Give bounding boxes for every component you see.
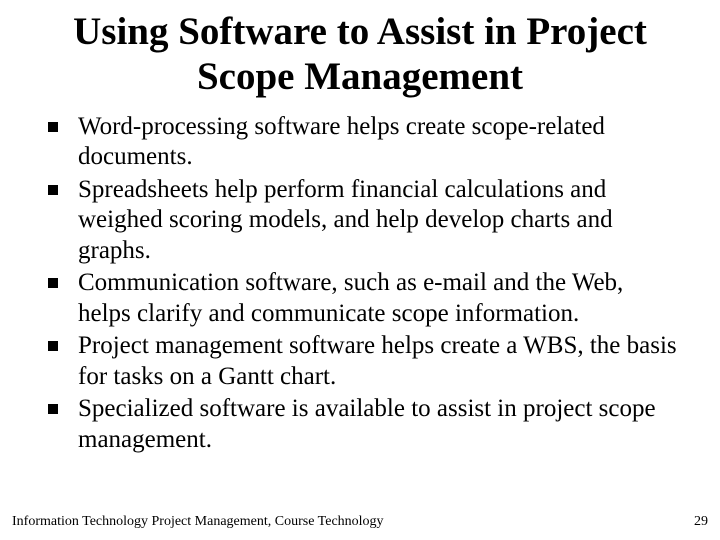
square-bullet-icon <box>48 122 58 132</box>
slide-title: Using Software to Assist in Project Scop… <box>0 10 720 100</box>
square-bullet-icon <box>48 278 58 288</box>
list-item: Spreadsheets help perform financial calc… <box>40 175 680 267</box>
list-item: Communication software, such as e-mail a… <box>40 268 680 329</box>
slide-content: Word-processing software helps create sc… <box>0 112 720 458</box>
slide-container: Using Software to Assist in Project Scop… <box>0 0 720 540</box>
list-item: Specialized software is available to ass… <box>40 394 680 455</box>
list-item: Project management software helps create… <box>40 331 680 392</box>
square-bullet-icon <box>48 341 58 351</box>
bullet-text: Specialized software is available to ass… <box>78 395 656 453</box>
slide-footer: Information Technology Project Managemen… <box>0 514 720 530</box>
square-bullet-icon <box>48 404 58 414</box>
bullet-text: Communication software, such as e-mail a… <box>78 269 623 327</box>
bullet-text: Project management software helps create… <box>78 332 677 390</box>
footer-page-number: 29 <box>694 514 708 530</box>
bullet-list: Word-processing software helps create sc… <box>40 112 680 456</box>
list-item: Word-processing software helps create sc… <box>40 112 680 173</box>
bullet-text: Spreadsheets help perform financial calc… <box>78 176 613 264</box>
footer-source: Information Technology Project Managemen… <box>12 514 384 530</box>
square-bullet-icon <box>48 185 58 195</box>
bullet-text: Word-processing software helps create sc… <box>78 113 605 171</box>
